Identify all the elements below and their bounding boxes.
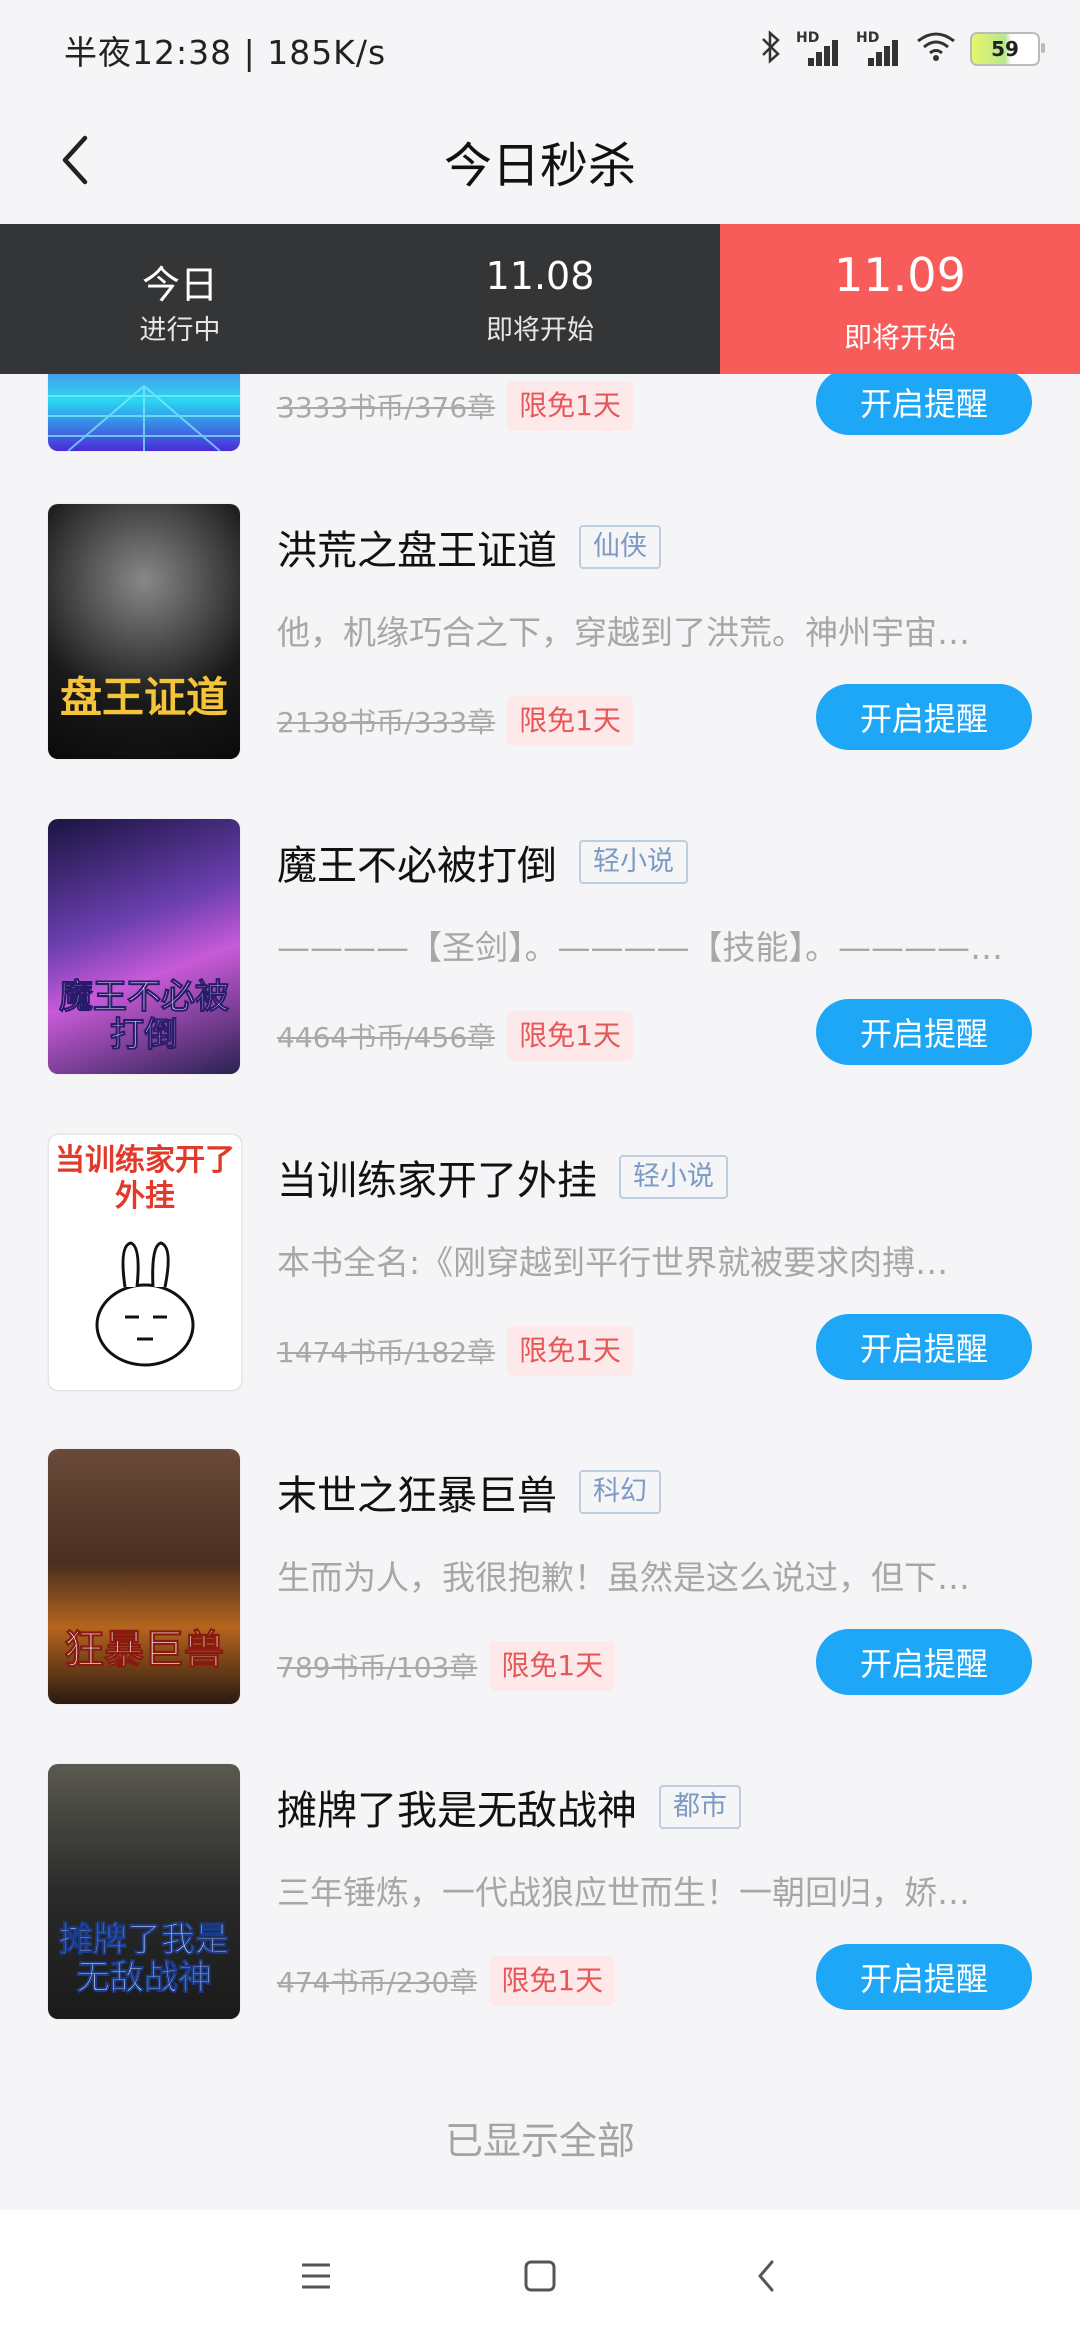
free-badge: 限免1天 [507, 381, 633, 431]
cover-text: 摊牌了我是无敌战神 [59, 1920, 230, 1998]
list-item[interactable]: 3333书币/376章 限免1天 开启提醒 [0, 374, 1080, 504]
remind-button[interactable]: 开启提醒 [816, 1944, 1032, 2010]
book-list[interactable]: 3333书币/376章 限免1天 开启提醒 盘王证道 洪荒之盘王证道 仙侠 他，… [0, 374, 1080, 2060]
remind-button[interactable]: 开启提醒 [816, 374, 1032, 435]
price-row: 3333书币/376章 限免1天 [277, 381, 633, 431]
menu-icon [302, 2263, 330, 2289]
title-row: 末世之狂暴巨兽 科幻 [277, 1463, 661, 1521]
free-badge: 限免1天 [489, 1641, 616, 1691]
genre-tag: 轻小说 [579, 840, 688, 884]
book-title[interactable]: 末世之狂暴巨兽 [277, 1463, 557, 1521]
remind-button[interactable]: 开启提醒 [816, 1314, 1032, 1380]
price-row: 789书币/103章 限免1天 [277, 1641, 616, 1691]
cover-text: 魔王不必被打倒 [59, 977, 230, 1055]
original-price: 1474书币/182章 [277, 1336, 496, 1369]
title-row: 洪荒之盘王证道 仙侠 [277, 518, 661, 576]
genre-tag: 科幻 [579, 1470, 661, 1514]
list-item[interactable]: 魔王不必被打倒 魔王不必被打倒 轻小说 ————【圣剑】。————【技能】。——… [0, 819, 1080, 1134]
back-nav-button[interactable] [736, 2246, 796, 2306]
tab-status: 即将开始 [486, 315, 594, 346]
tab-date: 今日 [141, 263, 218, 307]
page-title: 今日秒杀 [443, 138, 636, 194]
free-badge: 限免1天 [507, 696, 633, 746]
title-row: 当训练家开了外挂 轻小说 [277, 1148, 728, 1206]
bluetooth-icon [760, 30, 782, 68]
tab-date: 11.08 [485, 254, 595, 298]
home-button[interactable] [510, 2246, 570, 2306]
remind-button[interactable]: 开启提醒 [816, 684, 1032, 750]
book-description: 生而为人，我很抱歉！虽然是这么说过，但下… [277, 1558, 970, 1597]
list-item[interactable]: 当训练家开了外挂 当训练家开了外挂 轻小说 本书全名:《刚穿越到平行世界就被要求… [0, 1134, 1080, 1449]
book-description: 他，机缘巧合之下，穿越到了洪荒。神州宇宙… [277, 613, 970, 652]
title-row: 摊牌了我是无敌战神 都市 [277, 1778, 741, 1836]
book-cover[interactable]: 魔王不必被打倒 [48, 819, 240, 1074]
book-title[interactable]: 摊牌了我是无敌战神 [277, 1778, 637, 1836]
genre-tag: 都市 [659, 1785, 741, 1829]
tab-date: 11.09 [834, 248, 966, 302]
tab-status: 进行中 [139, 315, 221, 346]
header: 今日秒杀 [0, 96, 1080, 224]
remind-button[interactable]: 开启提醒 [816, 1629, 1032, 1695]
book-cover[interactable]: 狂暴巨兽 [48, 1449, 240, 1704]
remind-button[interactable]: 开启提醒 [816, 999, 1032, 1065]
menu-button[interactable] [286, 2246, 346, 2306]
book-title[interactable]: 魔王不必被打倒 [277, 833, 557, 891]
book-cover[interactable]: 摊牌了我是无敌战神 [48, 1764, 240, 2019]
price-row: 2138书币/333章 限免1天 [277, 696, 633, 746]
original-price: 4464书币/456章 [277, 1021, 496, 1054]
book-cover[interactable] [48, 374, 240, 451]
tab-1108[interactable]: 11.08 即将开始 [360, 224, 720, 374]
signal-hd-icon: HD [796, 30, 842, 68]
battery-icon: 59 [970, 32, 1045, 66]
list-item[interactable]: 摊牌了我是无敌战神 摊牌了我是无敌战神 都市 三年锤炼，一代战狼应世而生！一朝回… [0, 1764, 1080, 2060]
original-price: 789书币/103章 [277, 1651, 478, 1684]
status-time: 半夜12:38 | 185K/s [64, 33, 387, 72]
book-title[interactable]: 洪荒之盘王证道 [277, 518, 557, 576]
signal-hd-icon: HD [856, 30, 902, 68]
home-icon [524, 2260, 556, 2292]
free-badge: 限免1天 [507, 1326, 633, 1376]
status-icons: HD HD 59 [760, 24, 1045, 74]
price-row: 474书币/230章 限免1天 [277, 1956, 616, 2006]
genre-tag: 仙侠 [579, 525, 661, 569]
status-bar: 半夜12:38 | 185K/s HD HD 59 [0, 0, 1080, 96]
tab-status: 即将开始 [843, 321, 956, 354]
book-description: 本书全名:《刚穿越到平行世界就被要求肉搏… [277, 1243, 949, 1282]
tab-1109[interactable]: 11.09 即将开始 [720, 224, 1080, 388]
price-row: 4464书币/456章 限免1天 [277, 1011, 633, 1061]
tab-today[interactable]: 今日 进行中 [0, 224, 360, 374]
price-row: 1474书币/182章 限免1天 [277, 1326, 633, 1376]
book-cover[interactable]: 当训练家开了外挂 [48, 1134, 242, 1391]
original-price: 2138书币/333章 [277, 706, 496, 739]
original-price: 474书币/230章 [277, 1966, 478, 1999]
back-icon [758, 2260, 774, 2292]
system-nav-bar [0, 2210, 1080, 2340]
wifi-icon [916, 31, 956, 67]
free-badge: 限免1天 [489, 1956, 616, 2006]
end-of-list-text: 已显示全部 [444, 2119, 635, 2163]
book-description: ————【圣剑】。————【技能】。————… [277, 928, 1003, 967]
title-row: 魔王不必被打倒 轻小说 [277, 833, 688, 891]
free-badge: 限免1天 [507, 1011, 633, 1061]
book-cover[interactable]: 盘王证道 [48, 504, 240, 759]
original-price: 3333书币/376章 [277, 391, 496, 424]
list-item[interactable]: 狂暴巨兽 末世之狂暴巨兽 科幻 生而为人，我很抱歉！虽然是这么说过，但下… 78… [0, 1449, 1080, 1764]
genre-tag: 轻小说 [619, 1155, 728, 1199]
cover-text: 盘王证道 [59, 673, 228, 722]
book-title[interactable]: 当训练家开了外挂 [277, 1148, 597, 1206]
cover-text: 狂暴巨兽 [64, 1626, 225, 1673]
date-tabs: 今日 进行中 11.08 即将开始 11.09 即将开始 [0, 224, 1080, 388]
list-item[interactable]: 盘王证道 洪荒之盘王证道 仙侠 他，机缘巧合之下，穿越到了洪荒。神州宇宙… 21… [0, 504, 1080, 819]
book-description: 三年锤炼，一代战狼应世而生！一朝回归，娇… [277, 1873, 970, 1912]
